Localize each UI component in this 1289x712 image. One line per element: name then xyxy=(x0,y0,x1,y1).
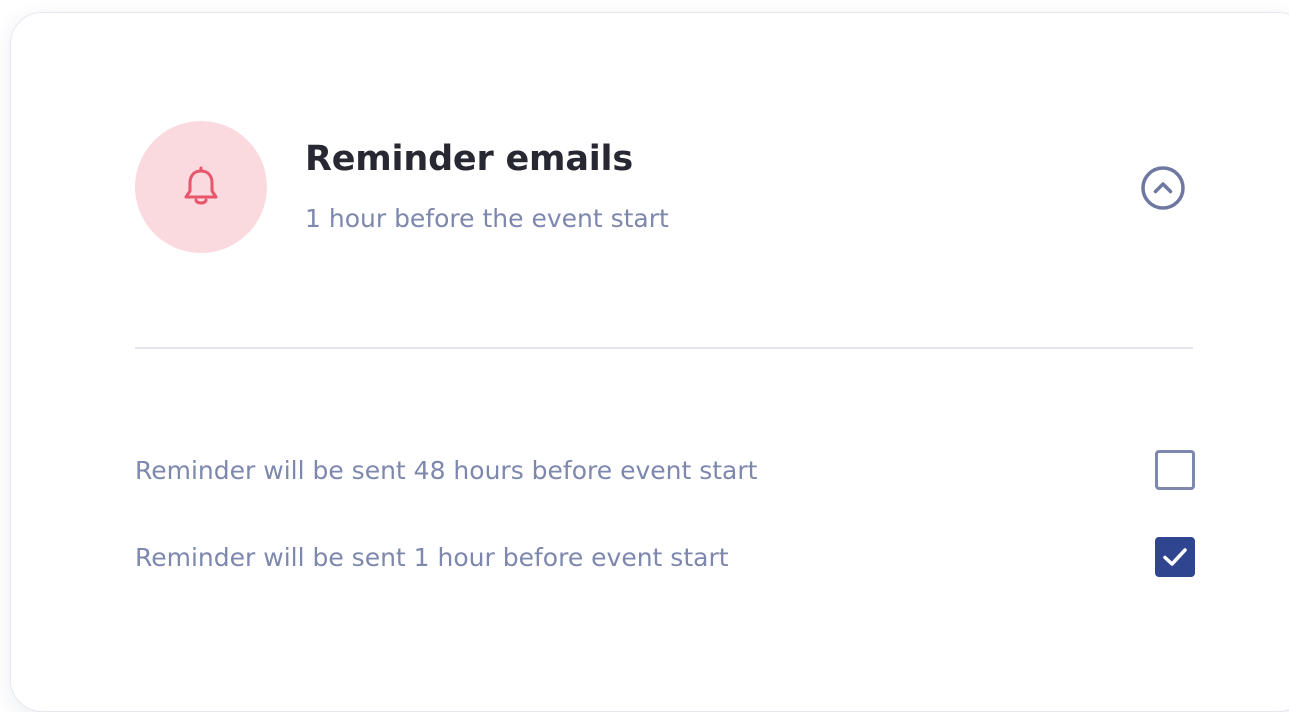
bell-badge xyxy=(135,121,267,253)
section-divider xyxy=(135,347,1193,349)
bell-icon xyxy=(184,166,218,205)
reminder-option-48h[interactable]: Reminder will be sent 48 hours before ev… xyxy=(135,447,1195,493)
reminder-option-label: Reminder will be sent 48 hours before ev… xyxy=(135,455,758,485)
checkmark-icon xyxy=(1163,548,1187,566)
section-subtitle: 1 hour before the event start xyxy=(305,204,669,233)
reminder-option-1h[interactable]: Reminder will be sent 1 hour before even… xyxy=(135,534,1195,580)
collapse-button[interactable] xyxy=(1139,164,1187,212)
reminder-option-label: Reminder will be sent 1 hour before even… xyxy=(135,542,729,572)
reminder-48h-checkbox[interactable] xyxy=(1155,450,1195,490)
chevron-up-circle-icon xyxy=(1141,166,1185,210)
reminder-1h-checkbox[interactable] xyxy=(1155,537,1195,577)
section-title: Reminder emails xyxy=(305,139,633,179)
reminder-card: Reminder emails 1 hour before the event … xyxy=(10,12,1289,712)
